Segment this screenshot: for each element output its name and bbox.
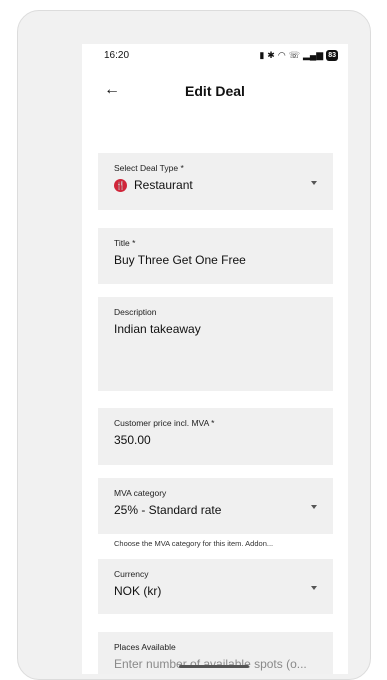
signal-icon: ▂▄▆ <box>302 49 324 60</box>
description-value: Indian takeaway <box>114 322 201 336</box>
status-bar: 16:20 ▮ ✱ ◠ ☏ ▂▄▆ 83 <box>82 44 348 66</box>
vibrate-icon: ▮ <box>259 49 265 60</box>
deal-type-value: Restaurant <box>134 178 193 192</box>
app-bar: ← Edit Deal <box>82 77 348 105</box>
fork-knife-icon: 🍴 <box>114 179 127 193</box>
status-icons: ▮ ✱ ◠ ☏ ▂▄▆ 83 <box>259 49 338 61</box>
call-icon: ☏ <box>288 49 300 60</box>
places-label: Places Available <box>114 642 176 652</box>
mva-helper-text: Choose the MVA category for this item. A… <box>114 539 274 548</box>
price-field[interactable]: Customer price incl. MVA * 350.00 <box>98 408 333 465</box>
bluetooth-icon: ✱ <box>267 49 275 60</box>
places-placeholder: Enter number of available spots (o... <box>114 657 307 671</box>
status-time: 16:20 <box>104 49 130 61</box>
mva-category-select[interactable]: MVA category 25% - Standard rate <box>98 478 333 534</box>
mva-label: MVA category <box>114 488 167 498</box>
chevron-down-icon <box>311 505 317 509</box>
title-field[interactable]: Title * Buy Three Get One Free <box>98 228 333 284</box>
device-frame: 16:20 ▮ ✱ ◠ ☏ ▂▄▆ 83 ← Edit Deal Deal Ty… <box>17 10 371 680</box>
deal-type-label: Select Deal Type * <box>114 163 184 173</box>
chevron-down-icon <box>311 181 317 185</box>
title-value: Buy Three Get One Free <box>114 253 246 267</box>
price-value: 350.00 <box>114 433 151 447</box>
battery-icon: 83 <box>326 49 338 61</box>
page-title: Edit Deal <box>185 83 245 99</box>
currency-value: NOK (kr) <box>114 584 162 598</box>
currency-label: Currency <box>114 569 149 579</box>
title-label: Title * <box>114 238 136 248</box>
chevron-down-icon <box>311 586 317 590</box>
wifi-icon: ◠ <box>277 49 286 60</box>
deal-type-value-row: 🍴 Restaurant <box>114 178 317 193</box>
description-label: Description <box>114 307 157 317</box>
back-arrow-icon[interactable]: ← <box>104 81 120 99</box>
home-indicator[interactable] <box>179 665 249 668</box>
price-label: Customer price incl. MVA * <box>114 418 215 428</box>
mva-value: 25% - Standard rate <box>114 503 222 517</box>
deal-type-select[interactable]: Select Deal Type * 🍴 Restaurant <box>98 153 333 210</box>
currency-select[interactable]: Currency NOK (kr) <box>98 559 333 614</box>
description-field[interactable]: Description Indian takeaway <box>98 297 333 391</box>
app-screen: 16:20 ▮ ✱ ◠ ☏ ▂▄▆ 83 ← Edit Deal Deal Ty… <box>82 44 348 674</box>
